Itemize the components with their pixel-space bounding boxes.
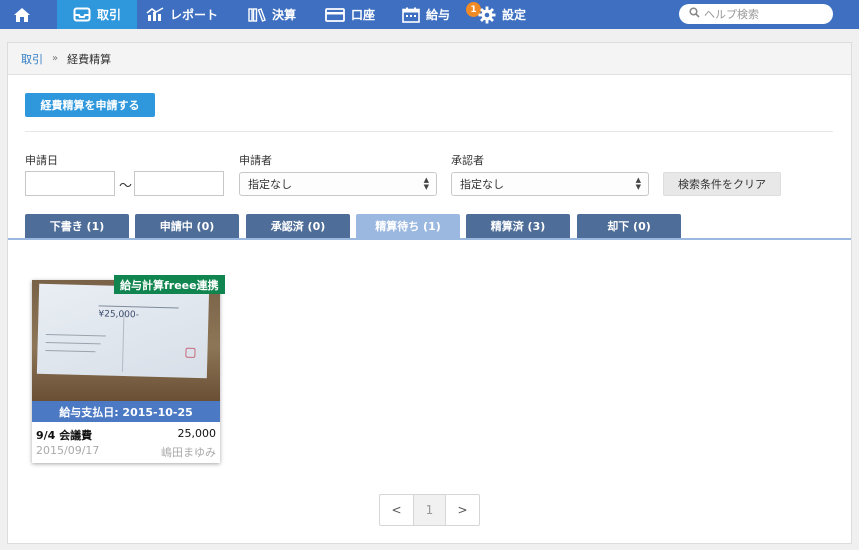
search-icon [689,7,700,21]
nav-payroll[interactable]: 給与 [402,0,450,29]
date-range-tilde: 〜 [119,179,133,194]
gear-icon [478,6,496,24]
nav-transactions[interactable]: 取引 [57,0,137,29]
clear-filters-button[interactable]: 検索条件をクリア [663,172,781,196]
tab-awaiting-settlement[interactable]: 精算待ち (1) [356,214,460,238]
nav-payroll-label: 給与 [426,8,451,22]
applicant-filter-label: 申請者 [239,154,272,167]
pagination: < 1 > [379,494,480,526]
nav-home[interactable] [13,0,43,29]
chart-icon [146,7,164,22]
tab-pending[interactable]: 申請中 (0) [135,214,239,238]
help-search-box[interactable] [679,4,833,24]
inbox-icon [73,7,91,22]
calendar-icon [402,7,420,23]
expense-date: 2015/09/17 [36,444,100,457]
books-icon [248,7,266,22]
home-icon [13,7,31,23]
nav-settings-label: 設定 [502,8,527,22]
expense-amount: 25,000 [177,427,217,440]
applicant-select-value: 指定なし [248,178,292,191]
breadcrumb-link-transactions[interactable]: 取引 [21,51,43,67]
top-navigation: 取引 レポート 決算 口座 給与 1 設定 [0,0,859,29]
nav-transactions-label: 取引 [96,8,121,22]
expense-applicant: 嶋田まゆみ [161,446,216,459]
pager-prev-button[interactable]: < [380,495,413,525]
tabs-underline [8,238,851,240]
receipt-amount: ¥25,000- [98,309,140,321]
approver-select-value: 指定なし [460,178,504,191]
nav-reports-label: レポート [170,8,219,22]
date-from-input[interactable] [25,171,115,196]
receipt-thumbnail: ¥25,000- [32,280,220,401]
payday-banner: 給与支払日: 2015-10-25 [32,401,220,422]
expense-title: 9/4 会議費 [36,429,93,442]
date-filter-label: 申請日 [25,154,58,167]
approver-filter-label: 承認者 [451,154,484,167]
nav-accounts-label: 口座 [351,8,376,22]
pager-page-1[interactable]: 1 [413,495,446,525]
nav-closing-label: 決算 [272,8,297,22]
applicant-select[interactable]: 指定なし ▲ ▼ [239,172,437,196]
nav-reports[interactable]: レポート [146,0,218,29]
select-arrows-icon: ▲ ▼ [423,176,429,191]
receipt-image: ¥25,000- [36,283,210,379]
freee-integration-tag: 給与計算freee連携 [114,275,225,294]
help-search-input[interactable] [704,7,824,21]
date-to-input[interactable] [134,171,224,196]
breadcrumb-current: 経費精算 [67,52,112,66]
section-divider [25,131,833,132]
nav-closing[interactable]: 決算 [248,0,296,29]
breadcrumb-separator: » [52,53,59,64]
approver-select[interactable]: 指定なし ▲ ▼ [451,172,649,196]
nav-accounts[interactable]: 口座 [325,0,375,29]
card-icon [325,7,345,22]
tab-rejected[interactable]: 却下 (0) [577,214,681,238]
breadcrumb: 取引 » 経費精算 [8,43,851,75]
nav-settings[interactable]: 設定 [478,0,526,29]
tab-draft[interactable]: 下書き (1) [25,214,129,238]
tab-settled[interactable]: 精算済 (3) [466,214,570,238]
tab-approved[interactable]: 承認済 (0) [246,214,350,238]
pager-next-button[interactable]: > [446,495,479,525]
main-panel: 取引 » 経費精算 経費精算を申請する 申請日 〜 申請者 指定なし ▲ ▼ 承認… [7,42,852,544]
apply-expense-button[interactable]: 経費精算を申請する [25,93,155,117]
select-arrows-icon: ▲ ▼ [635,176,641,191]
expense-card[interactable]: ¥25,000- 給与計算freee連携 給与支払日: 2015-10-25 9… [32,275,225,463]
